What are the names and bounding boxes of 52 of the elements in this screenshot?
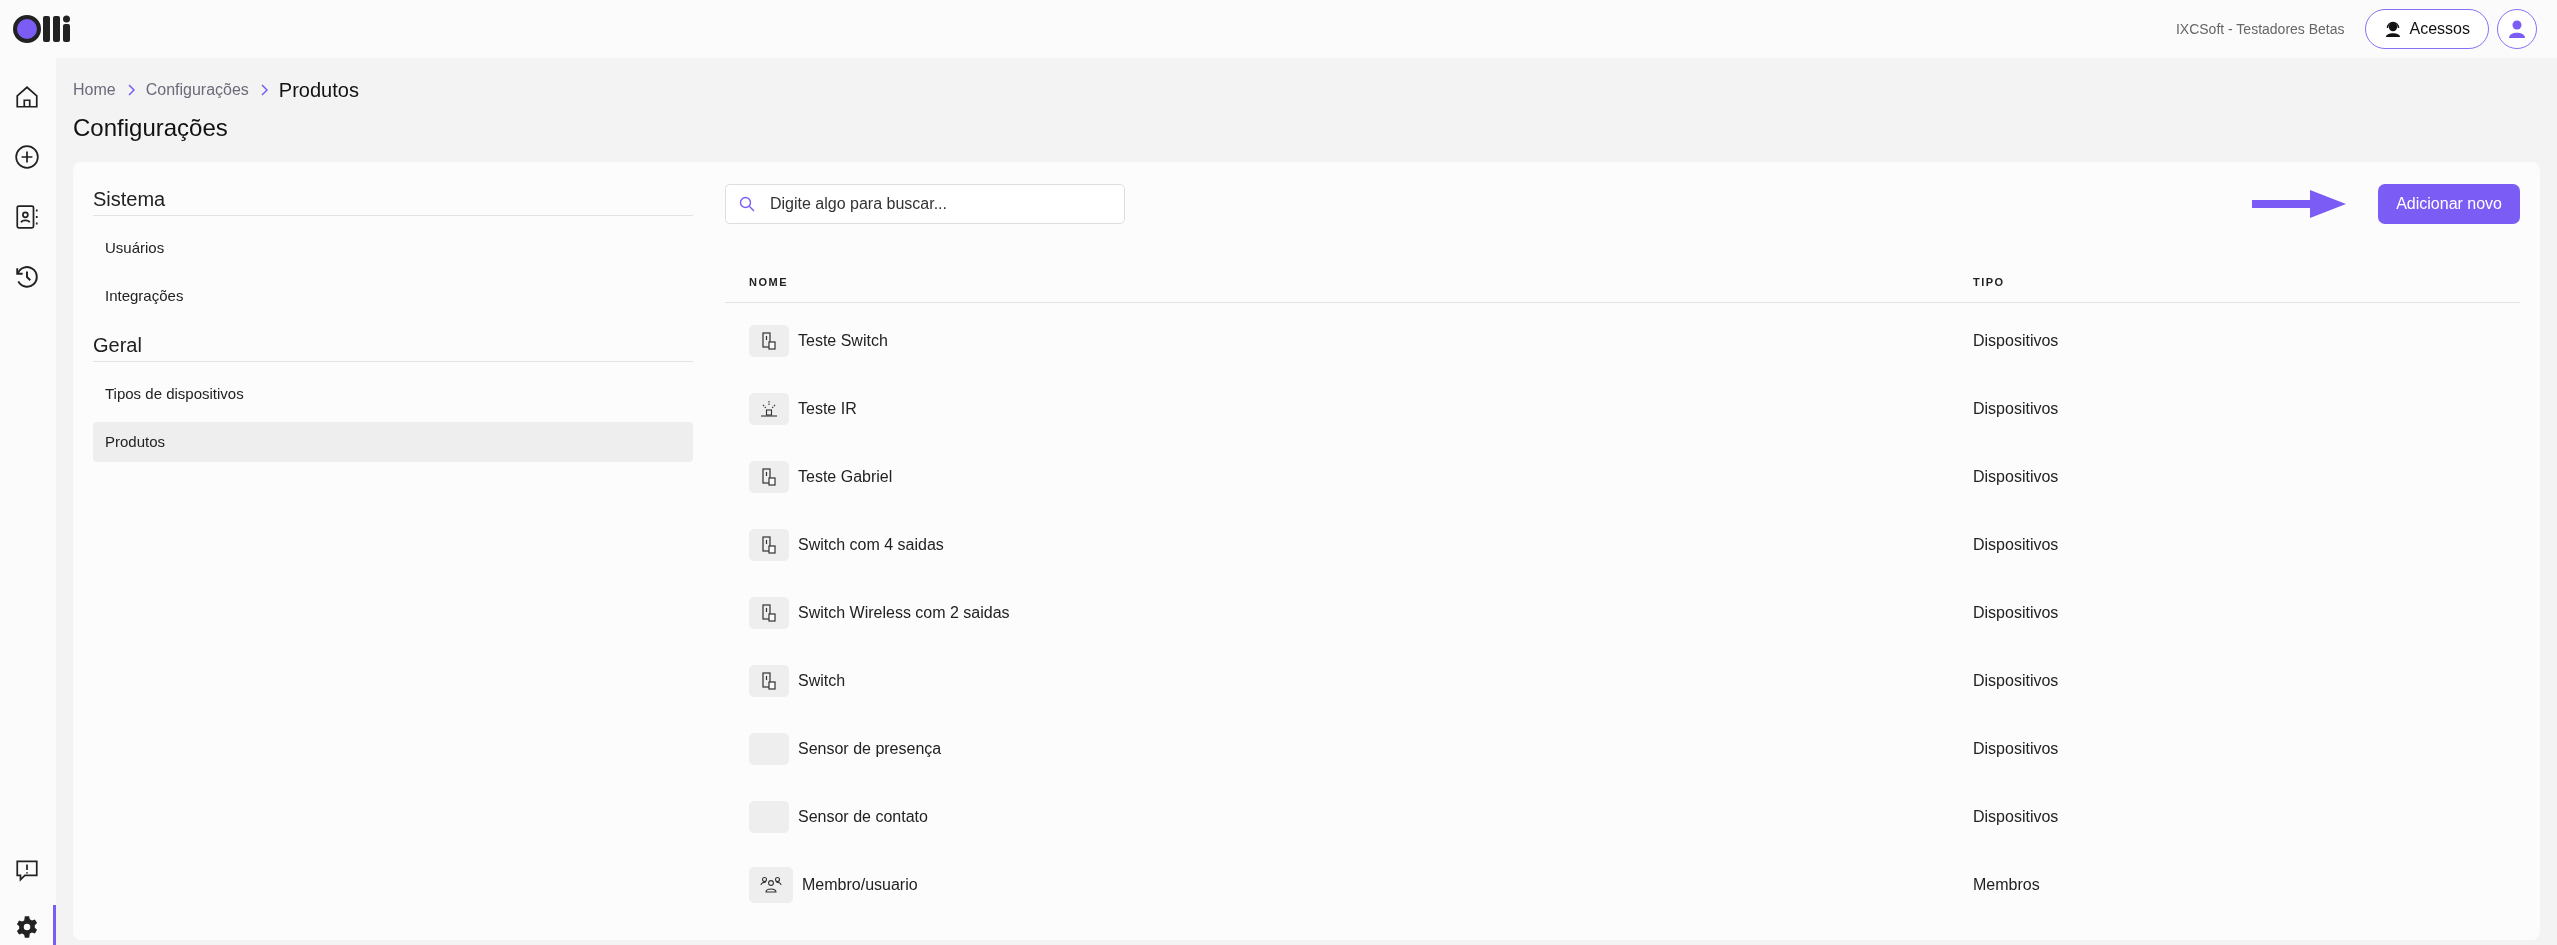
user-avatar-button[interactable]	[2497, 9, 2537, 49]
access-button[interactable]: Acessos	[2364, 9, 2489, 49]
page-title: Configurações	[73, 114, 229, 142]
switch-device-icon	[761, 536, 777, 554]
search-icon	[739, 196, 755, 212]
history-icon	[13, 263, 40, 290]
switch-device-icon	[761, 604, 777, 622]
table-cell: Sensor de presença	[798, 740, 942, 758]
table-cell-text: Dispositivos	[1973, 808, 2060, 826]
table-cell: Sensor de contato	[798, 808, 928, 826]
table-cell: Switch Wireless com 2 saidas	[798, 604, 1010, 622]
arrow-right-icon	[2252, 190, 2347, 218]
switch-device-icon	[761, 468, 777, 486]
ir-emitter-icon	[760, 400, 778, 418]
table-cell: Membro/usuario	[802, 876, 918, 894]
section-heading: Geral	[93, 334, 693, 362]
menu-item[interactable]: Integrações	[93, 276, 693, 316]
column-header: TIPO	[1973, 276, 2006, 288]
table-cell: Switch	[798, 672, 846, 690]
headset-user-icon	[2383, 20, 2402, 38]
table-cell-text: Dispositivos	[1973, 332, 2060, 350]
chevron-right-icon	[258, 84, 269, 96]
menu-item[interactable]: Produtos	[93, 422, 693, 462]
chevron-right-icon	[125, 84, 136, 96]
breadcrumb-link[interactable]: Home	[73, 81, 116, 99]
menu-item[interactable]: Usuários	[93, 228, 693, 268]
section-heading: Sistema	[93, 188, 693, 216]
table-cell-text: Dispositivos	[1973, 468, 2060, 486]
plus-circle-icon	[13, 143, 40, 170]
table-cell: Teste Switch	[798, 332, 888, 350]
company-name: IXCSoft - Testadores Betas	[2175, 21, 2345, 37]
switch-device-icon	[761, 672, 777, 690]
search-field[interactable]: Digite algo para buscar...	[725, 184, 1125, 224]
table-cell-text: Dispositivos	[1973, 536, 2060, 554]
switch-device-icon	[761, 332, 777, 350]
table-cell-text: Dispositivos	[1973, 740, 2060, 758]
table-cell-text: Dispositivos	[1973, 604, 2060, 622]
column-header: NOME	[748, 276, 789, 288]
breadcrumb-link[interactable]: Produtos	[278, 78, 359, 102]
contact-book-icon	[13, 203, 40, 230]
user-icon	[2508, 19, 2526, 39]
add-new-button[interactable]: Adicionar novo	[2378, 184, 2520, 224]
table-cell-text: Dispositivos	[1973, 672, 2060, 690]
table-cell-text: Membros	[1973, 876, 2041, 894]
menu-item[interactable]: Tipos de dispositivos	[93, 374, 693, 414]
people-icon	[760, 876, 782, 894]
table-cell: Teste Gabriel	[798, 468, 893, 486]
table-cell: Switch com 4 saidas	[798, 536, 944, 554]
table-cell: Teste IR	[798, 400, 857, 418]
table-cell-text: Dispositivos	[1973, 400, 2060, 418]
logo	[13, 14, 71, 44]
breadcrumb-link[interactable]: Configurações	[145, 81, 249, 99]
